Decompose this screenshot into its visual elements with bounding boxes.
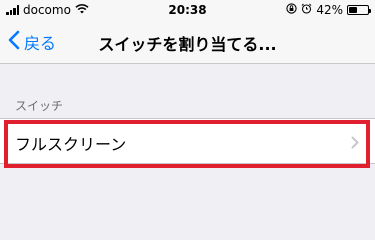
battery-percent: 42% <box>316 3 343 17</box>
screen: docomo 20:38 42% 戻る スイッチを割り当てる... スイッチ フ… <box>0 0 375 240</box>
back-button[interactable]: 戻る <box>8 30 56 54</box>
page-title: スイッチを割り当てる... <box>98 35 277 54</box>
alarm-icon <box>301 3 312 17</box>
back-label: 戻る <box>24 34 57 53</box>
battery-icon <box>347 5 371 15</box>
status-right: 42% <box>286 3 371 17</box>
section-header: スイッチ <box>15 99 64 113</box>
list-item-label: フルスクリーン <box>15 135 127 154</box>
chevron-right-icon <box>351 134 359 153</box>
chevron-left-icon <box>8 30 20 54</box>
status-bar: docomo 20:38 42% <box>0 0 375 20</box>
navigation-bar: 戻る スイッチを割り当てる... <box>0 20 375 64</box>
list-item-fullscreen[interactable]: フルスクリーン <box>0 118 375 164</box>
orientation-lock-icon <box>286 3 297 17</box>
